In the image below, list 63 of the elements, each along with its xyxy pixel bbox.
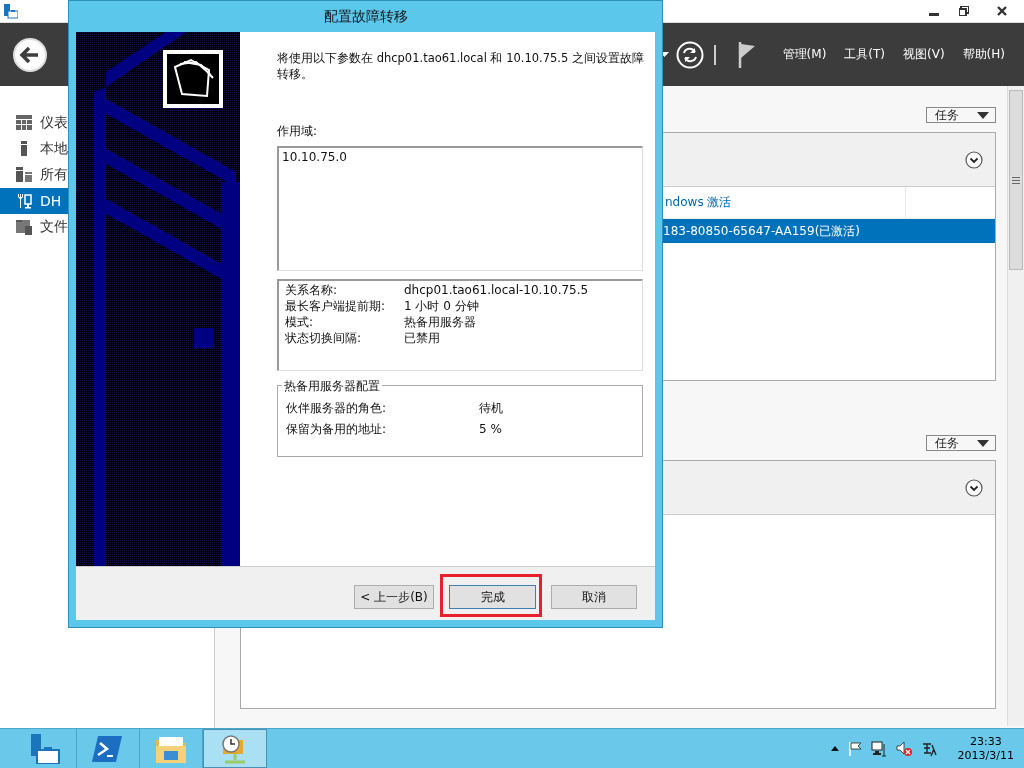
expand-icon[interactable] (965, 478, 983, 497)
sidebar-item[interactable]: 仪表 (0, 110, 214, 136)
sidebar-label: 文件 (40, 218, 68, 236)
summary-value: 热备用服务器 (404, 314, 477, 330)
menu-item[interactable]: 工具(T) (835, 46, 895, 63)
summary-value: dhcp01.tao61.local-10.10.75.5 (404, 282, 590, 298)
scrollbar[interactable] (1007, 86, 1024, 726)
sidebar-item[interactable]: 本地 (0, 136, 214, 162)
cancel-button[interactable]: 取消 (551, 585, 637, 609)
flag-icon[interactable] (847, 741, 862, 756)
sidebar-item[interactable]: 文件 (0, 214, 214, 240)
close-icon[interactable] (997, 6, 1007, 16)
setting-label: 保留为备用的地址: (286, 421, 388, 437)
scope-item[interactable]: 10.10.75.0 (282, 150, 638, 164)
clock-date: 2013/3/11 (957, 748, 1014, 763)
refresh-icon[interactable] (675, 40, 704, 69)
back-icon[interactable] (12, 36, 48, 73)
servers-icon (16, 167, 32, 183)
expand-icon[interactable] (965, 150, 983, 169)
flag-icon[interactable] (737, 41, 756, 68)
file-storage-icon (16, 219, 32, 235)
menu-item[interactable]: 管理(M) (773, 46, 836, 63)
setting-value: 5 % (479, 421, 503, 437)
dialog-title: 配置故障转移 (323, 7, 408, 26)
intro-text: 将使用以下参数在 dhcp01.tao61.local 和 10.10.75.5 之间设置故障转移。 (277, 50, 645, 82)
back-button[interactable]: < 上一步(B) (354, 585, 434, 609)
caret-icon (977, 111, 989, 119)
sidebar-label: DH (40, 193, 62, 209)
summary-value: 1 小时 0 分钟 (404, 298, 480, 314)
summary-label: 最长客户端提前期: (285, 298, 387, 314)
caret-icon (977, 439, 989, 447)
dashboard-icon (16, 115, 32, 131)
setting-label: 伙伴服务器的角色: (286, 400, 388, 416)
sidebar-label: 仪表 (40, 114, 68, 132)
sidebar-label: 本地 (40, 140, 68, 158)
setting-value: 待机 (479, 400, 504, 416)
sidebar-item[interactable]: 所有 (0, 162, 214, 188)
show-hidden-icon[interactable] (830, 746, 839, 751)
server-manager-icon (29, 733, 61, 764)
summary-label: 关系名称: (285, 282, 339, 298)
network-icon[interactable] (870, 740, 887, 757)
muted-speaker-icon[interactable] (895, 740, 912, 757)
grip-icon (1012, 176, 1020, 184)
summary-label: 状态切换间隔: (285, 330, 363, 346)
restore-icon[interactable] (959, 6, 969, 16)
tools-icon (16, 193, 32, 209)
clock[interactable]: 23:33 2013/3/11 (957, 734, 1014, 763)
group-legend: 热备用服务器配置 (282, 378, 382, 394)
finish-button[interactable]: 完成 (449, 585, 536, 609)
tasks-button[interactable]: 任务 (926, 107, 996, 123)
summary-label: 模式: (285, 314, 315, 330)
tasks-button[interactable]: 任务 (926, 435, 996, 451)
scope-label: 作用域: (277, 123, 319, 140)
menu-item[interactable]: 视图(V) (894, 46, 954, 63)
scope-list[interactable]: 10.10.75.0 (277, 146, 643, 271)
menu-item[interactable]: 帮助(H) (953, 46, 1014, 63)
taskbar-app[interactable] (203, 729, 267, 768)
summary-value: 已禁用 (404, 330, 441, 346)
column-header[interactable]: ndows 激活 (665, 187, 906, 218)
clock-time: 23:33 (969, 734, 1002, 749)
powershell-icon (92, 733, 124, 764)
sidebar-label: 所有 (40, 166, 68, 184)
input-method-icon[interactable] (920, 740, 937, 757)
